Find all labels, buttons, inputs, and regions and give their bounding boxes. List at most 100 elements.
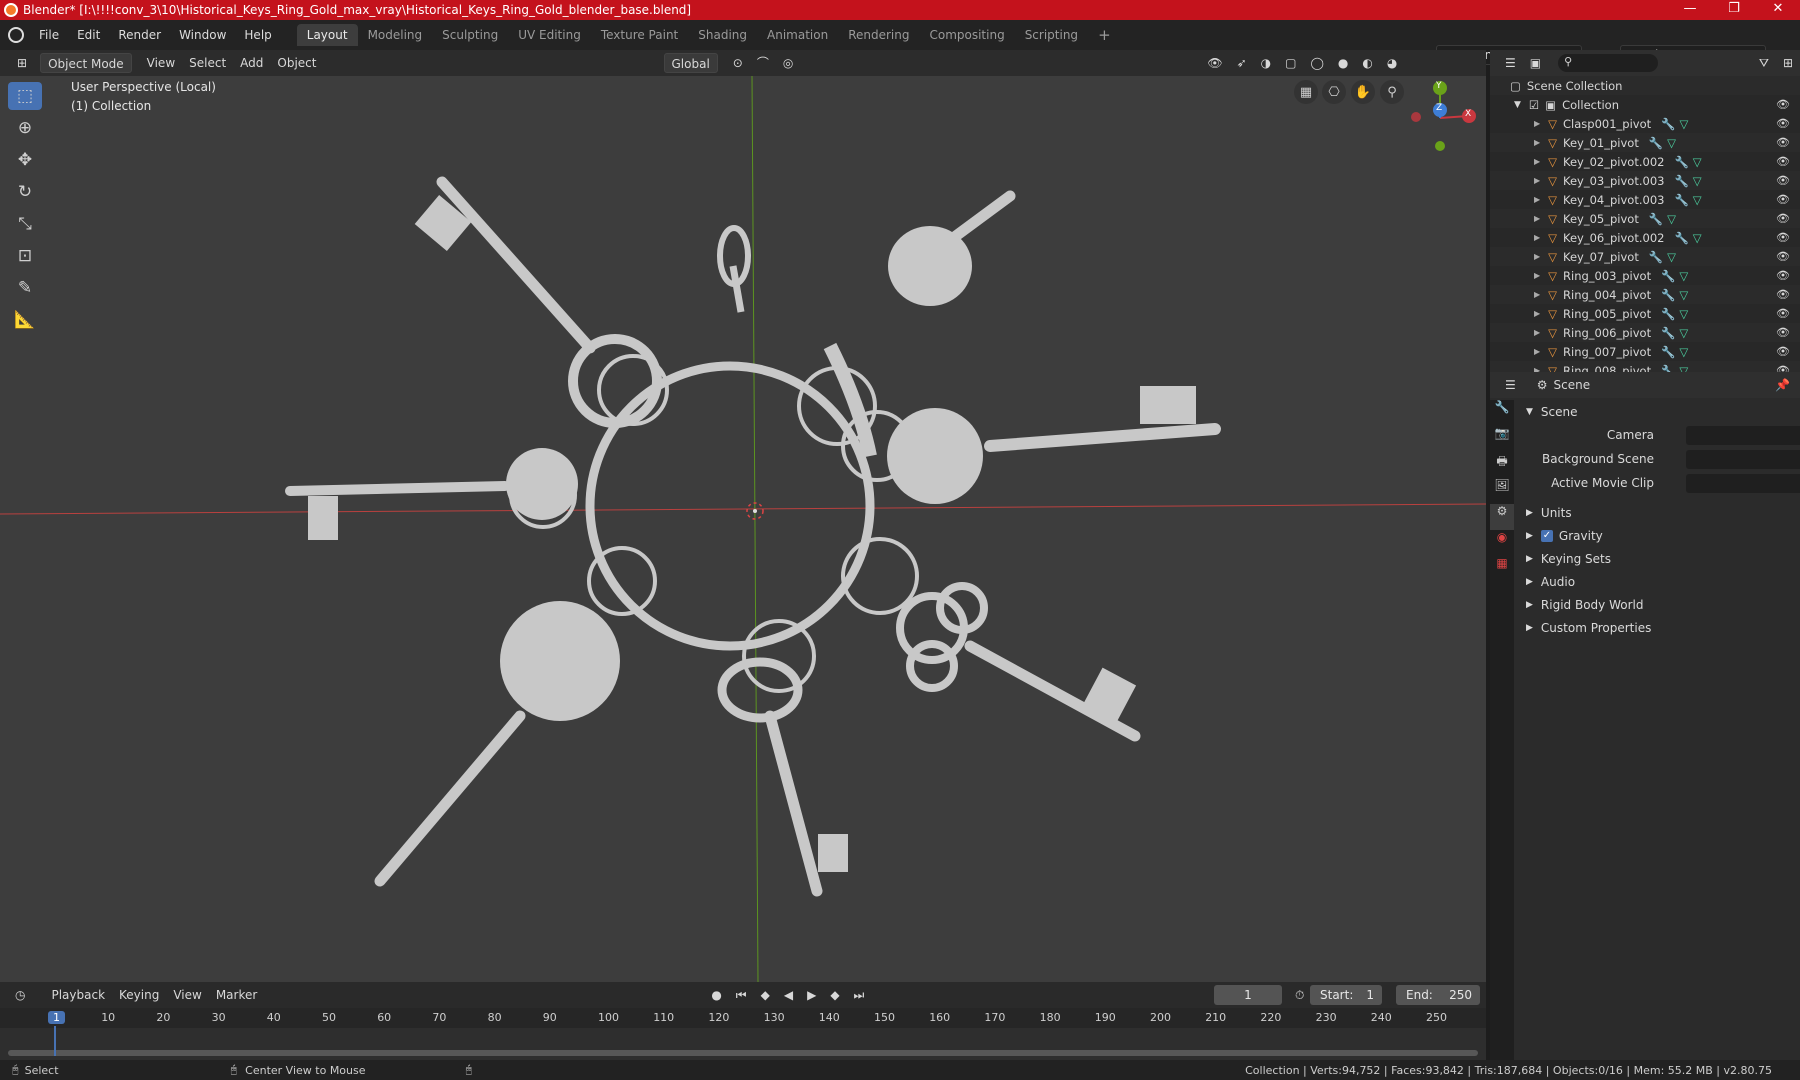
expand-arrow-icon[interactable]: ▶: [1534, 157, 1540, 166]
keying-sets-panel[interactable]: ▶ Keying Sets: [1518, 547, 1800, 570]
outliner-editor-icon[interactable]: ☰: [1498, 53, 1523, 73]
tab-shading[interactable]: Shading: [688, 24, 757, 46]
eye-icon[interactable]: 👁: [1776, 193, 1790, 206]
timeline-area[interactable]: 1 10 20 30 40 50 60 70 80 90 100 110 120 130 140 150 160…: [0, 1008, 1486, 1060]
display-mode-icon[interactable]: ▣: [1523, 53, 1548, 73]
tab-compositing[interactable]: Compositing: [919, 24, 1014, 46]
add-workspace-icon[interactable]: +: [1088, 24, 1121, 46]
expand-arrow-icon[interactable]: ▶: [1534, 252, 1540, 261]
prev-keyframe-icon[interactable]: ◆: [754, 985, 777, 1005]
solid-shading-icon[interactable]: ●: [1331, 53, 1355, 73]
next-keyframe-icon[interactable]: ◆: [823, 985, 846, 1005]
current-frame-field[interactable]: 1: [1214, 985, 1282, 1005]
world-tab-icon[interactable]: ◉: [1490, 530, 1514, 556]
timeline-keying-menu[interactable]: Keying: [112, 985, 166, 1005]
expand-arrow-icon[interactable]: ▶: [1534, 347, 1540, 356]
menu-add[interactable]: Add: [233, 53, 270, 73]
record-icon[interactable]: ●: [704, 985, 728, 1005]
timeline-scrollbar[interactable]: [8, 1050, 1478, 1056]
menu-object[interactable]: Object: [270, 53, 323, 73]
eye-icon[interactable]: 👁: [1776, 345, 1790, 358]
expand-arrow-icon[interactable]: ▶: [1534, 309, 1540, 318]
eye-icon[interactable]: 👁: [1776, 288, 1790, 301]
scene-section-header[interactable]: ▼ Scene: [1518, 400, 1800, 423]
timeline-marker-menu[interactable]: Marker: [209, 985, 264, 1005]
material-shading-icon[interactable]: ◐: [1355, 53, 1379, 73]
timeline-editor-icon[interactable]: ◷: [8, 985, 32, 1005]
checkbox-icon[interactable]: ☑: [1529, 98, 1539, 112]
pan-view-icon[interactable]: ✋: [1351, 80, 1375, 104]
menu-render[interactable]: Render: [109, 24, 170, 46]
jump-end-icon[interactable]: ⏭: [847, 985, 872, 1005]
tab-layout[interactable]: Layout: [296, 24, 358, 46]
units-panel[interactable]: ▶ Units: [1518, 501, 1800, 524]
render-tab-icon[interactable]: 📷: [1490, 426, 1514, 452]
overlays-icon[interactable]: ◑: [1254, 53, 1278, 73]
eye-icon[interactable]: 👁: [1776, 155, 1790, 168]
expand-arrow-icon[interactable]: ▼: [1514, 100, 1521, 110]
menu-view[interactable]: View: [140, 53, 182, 73]
xray-icon[interactable]: ▢: [1278, 53, 1303, 73]
pivot-icon[interactable]: ⊙: [726, 53, 750, 73]
jump-start-icon[interactable]: ⏮: [729, 985, 754, 1005]
outliner-item[interactable]: ▶ ▽ Key_07_pivot 🔧 ▽ 👁: [1490, 247, 1800, 266]
playhead[interactable]: [54, 1026, 56, 1056]
outliner-item[interactable]: ▶ ▽ Ring_006_pivot 🔧 ▽ 👁: [1490, 323, 1800, 342]
menu-window[interactable]: Window: [170, 24, 235, 46]
eye-icon[interactable]: 👁: [1776, 212, 1790, 225]
end-frame-field[interactable]: End: 250: [1396, 985, 1480, 1005]
menu-file[interactable]: File: [30, 24, 68, 46]
texture-tab-icon[interactable]: ▦: [1490, 556, 1514, 582]
pin-icon[interactable]: 📌: [1775, 378, 1790, 392]
new-collection-icon[interactable]: ⊞: [1776, 53, 1800, 73]
outliner-collection[interactable]: ▼ ☑ ▣ Collection 👁: [1490, 95, 1800, 114]
outliner-item[interactable]: ▶ ▽ Ring_003_pivot 🔧 ▽ 👁: [1490, 266, 1800, 285]
zoom-view-icon[interactable]: ⚲: [1380, 80, 1404, 104]
eye-icon[interactable]: 👁: [1776, 136, 1790, 149]
menu-help[interactable]: Help: [235, 24, 280, 46]
outliner-item[interactable]: ▶ ▽ Key_03_pivot.003 🔧 ▽ 👁: [1490, 171, 1800, 190]
menu-edit[interactable]: Edit: [68, 24, 109, 46]
object-mode-dropdown[interactable]: Object Mode: [40, 53, 132, 73]
toggle-camera-icon[interactable]: ▦: [1294, 80, 1318, 104]
outliner-item[interactable]: ▶ ▽ Key_06_pivot.002 🔧 ▽ 👁: [1490, 228, 1800, 247]
eye-icon[interactable]: 👁: [1776, 307, 1790, 320]
close-button[interactable]: ✕: [1756, 0, 1800, 20]
gravity-checkbox[interactable]: ✓: [1540, 529, 1553, 542]
camera-view-icon[interactable]: ⎔: [1322, 80, 1346, 104]
filter-icon[interactable]: ⛛: [1752, 53, 1776, 73]
eye-icon[interactable]: 👁: [1776, 269, 1790, 282]
eye-icon[interactable]: 👁: [1776, 98, 1790, 111]
expand-arrow-icon[interactable]: ▶: [1534, 328, 1540, 337]
tab-sculpting[interactable]: Sculpting: [432, 24, 508, 46]
gravity-panel[interactable]: ▶ ✓ Gravity: [1518, 524, 1800, 547]
properties-editor-icon[interactable]: ☰: [1498, 375, 1523, 395]
tool-tab-icon[interactable]: 🔧: [1490, 400, 1514, 426]
timeline-ruler[interactable]: 1 10 20 30 40 50 60 70 80 90 100 110 120 130 140 150 160…: [0, 1008, 1486, 1028]
output-tab-icon[interactable]: 🖶: [1490, 452, 1514, 478]
outliner-item[interactable]: ▶ ▽ Key_01_pivot 🔧 ▽ 👁: [1490, 133, 1800, 152]
timeline-view-menu[interactable]: View: [166, 985, 208, 1005]
scene-tab-icon[interactable]: ⚙: [1490, 504, 1514, 530]
expand-arrow-icon[interactable]: ▶: [1534, 233, 1540, 242]
editor-type-icon[interactable]: ⊞: [10, 53, 34, 73]
snap-icon[interactable]: ⌒: [750, 53, 776, 73]
outliner-item[interactable]: ▶ ▽ Clasp001_pivot 🔧 ▽ 👁: [1490, 114, 1800, 133]
proportional-edit-icon[interactable]: ◎: [776, 53, 800, 73]
outliner-item[interactable]: ▶ ▽ Ring_007_pivot 🔧 ▽ 👁: [1490, 342, 1800, 361]
stopwatch-icon[interactable]: ⏱: [1288, 985, 1311, 1005]
menu-select[interactable]: Select: [182, 53, 233, 73]
start-frame-field[interactable]: Start: 1: [1310, 985, 1382, 1005]
movie-clip-field[interactable]: [1686, 473, 1800, 493]
eye-icon[interactable]: 👁: [1776, 326, 1790, 339]
tab-uv-editing[interactable]: UV Editing: [508, 24, 591, 46]
expand-arrow-icon[interactable]: ▶: [1534, 290, 1540, 299]
play-reverse-icon[interactable]: ◀: [777, 985, 800, 1005]
eye-icon[interactable]: 👁: [1776, 117, 1790, 130]
tab-rendering[interactable]: Rendering: [838, 24, 919, 46]
tab-modeling[interactable]: Modeling: [358, 24, 433, 46]
expand-arrow-icon[interactable]: ▶: [1534, 195, 1540, 204]
audio-panel[interactable]: ▶ Audio: [1518, 570, 1800, 593]
outliner-scene-collection[interactable]: ▢ Scene Collection: [1490, 76, 1800, 95]
tab-scripting[interactable]: Scripting: [1015, 24, 1088, 46]
